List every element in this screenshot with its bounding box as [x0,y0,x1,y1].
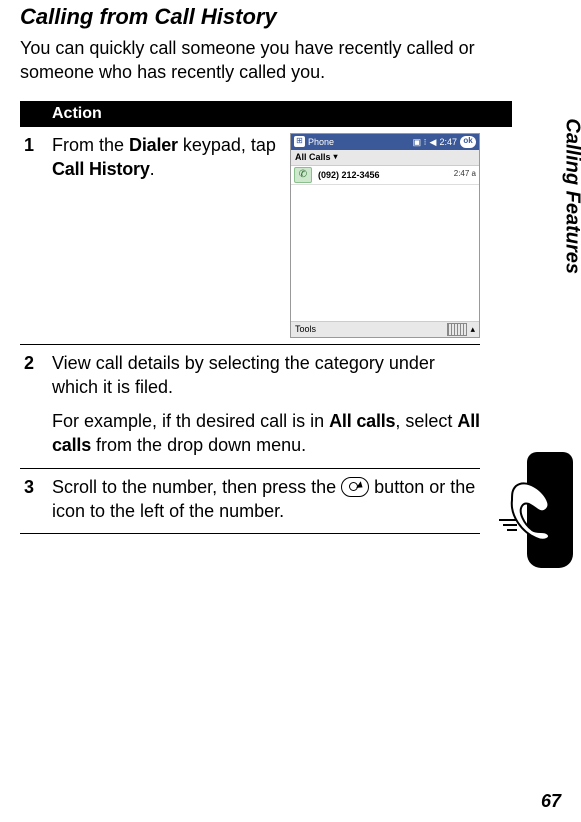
section-heading: Calling from Call History [20,4,523,30]
ok-button-icon: ok [460,136,476,148]
emphasis-text: Dialer [129,135,178,155]
step-body: View call details by selecting the categ… [52,351,480,462]
action-header: Action [20,101,512,127]
emphasis-text: All calls [329,411,395,431]
step-paragraph: From the Dialer keypad, tap Call History… [52,133,280,182]
screenshot-whitespace [291,185,479,321]
step-row: 1From the Dialer keypad, tap Call Histor… [20,127,480,344]
screenshot-filter-bar: All Calls▾ [291,150,479,166]
speaker-icon: ◀ [430,136,437,148]
screenshot-bottom-bar: Tools ▴ [291,321,479,337]
steps-table: 1From the Dialer keypad, tap Call Histor… [20,127,480,534]
signal-icon: ▣ ⁝ [413,136,427,148]
filter-label: All Calls [295,151,331,163]
tools-label: Tools [295,323,316,335]
step-content-row: From the Dialer keypad, tap Call History… [52,133,480,338]
step-number: 1 [20,133,52,338]
page-number: 67 [541,791,561,812]
table-bottom-rule [20,533,480,534]
screenshot-call-row: ✆ (092) 212-3456 2:47 a [291,166,479,185]
start-icon: ⊞ [294,136,305,147]
chevron-down-icon: ▾ [334,152,338,163]
keyboard-icon [447,323,467,336]
screenshot-time: 2:47 [439,136,457,148]
outgoing-call-icon: ✆ [294,167,312,183]
call-row-time: 2:47 a [454,169,476,180]
step-text: From the Dialer keypad, tap Call History… [52,133,280,186]
step-row: 3Scroll to the number, then press the bu… [20,468,480,534]
side-section-label: Calling Features [561,118,581,274]
phone-feature-icon [507,452,577,572]
emphasis-text: All calls [52,411,480,455]
step-body: Scroll to the number, then press the but… [52,475,480,528]
step-paragraph: For example, if th desired call is in Al… [52,409,480,458]
chevron-up-icon: ▴ [470,323,475,335]
step-number: 2 [20,351,52,462]
emphasis-text: Call History [52,159,150,179]
screenshot-titlebar: ⊞Phone ▣ ⁝◀2:47ok [291,134,479,150]
step-paragraph: View call details by selecting the categ… [52,351,480,400]
intro-paragraph: You can quickly call someone you have re… [20,36,490,85]
screenshot-app-title: Phone [308,136,334,148]
step-number: 3 [20,475,52,528]
call-action-icon [341,477,369,497]
call-row-number: (092) 212-3456 [318,169,380,181]
step-body: From the Dialer keypad, tap Call History… [52,133,480,338]
step-row: 2View call details by selecting the cate… [20,344,480,468]
phone-screenshot: ⊞Phone▣ ⁝◀2:47okAll Calls▾✆(092) 212-345… [290,133,480,338]
step-paragraph: Scroll to the number, then press the but… [52,475,480,524]
